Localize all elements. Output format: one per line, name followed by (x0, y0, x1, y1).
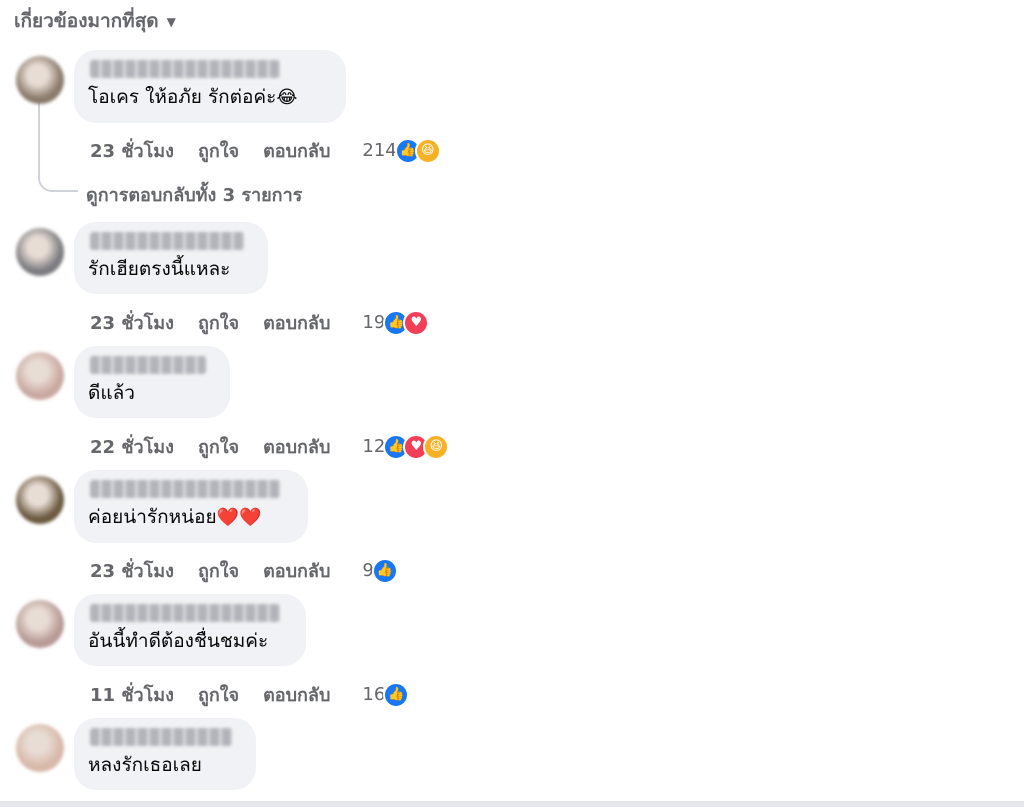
like-reaction-icon: 👍 (371, 557, 398, 584)
like-button[interactable]: ถูกใจ (198, 136, 239, 165)
comment-actions: 22 ชั่วโมง ถูกใจ ตอบกลับ 12 👍 ♥ 😆 (90, 432, 450, 461)
comment-actions: 11 ชั่วโมง ถูกใจ ตอบกลับ 16 👍 (90, 680, 410, 709)
like-button[interactable]: ถูกใจ (198, 680, 239, 709)
like-button[interactable]: ถูกใจ (198, 432, 239, 461)
comment-bubble: ประกายแก้ว แสงสุริยโอเคร ให้อภัย รักต่อค… (74, 50, 346, 123)
comment-actions: 23 ชั่วโมง ถูกใจ ตอบกลับ 9 👍 (90, 556, 398, 585)
like-button[interactable]: ถูกใจ (198, 308, 239, 337)
avatar[interactable] (16, 56, 64, 104)
reply-button[interactable]: ตอบกลับ (263, 432, 330, 461)
comment-bubble: ทราย อรวรรณดีหลงรักเธอเลย (74, 718, 256, 790)
comment-text: อันนี้ทำดีต้องชื่นชมค่ะ (88, 630, 269, 652)
comment-text: รักเฮียตรงนี้แหละ (88, 258, 231, 280)
comment-bubble: Wichitra Paensuwong ค่อยน่ารักหน่อย❤️❤️ (74, 470, 308, 543)
commenter-name[interactable]: Supharat Bhirom (90, 604, 280, 622)
reaction-count: 214 (362, 140, 397, 161)
reply-button[interactable]: ตอบกลับ (263, 556, 330, 585)
avatar[interactable] (16, 476, 64, 524)
sort-dropdown[interactable]: เกี่ยวข้องมากที่สุด ▼ (14, 6, 176, 36)
commenter-name[interactable]: Wichitra Paensuwong (90, 480, 280, 498)
commenter-name[interactable]: ประกายแก้ว แสงสุริย (90, 60, 280, 78)
love-reaction-icon: ♥ (403, 309, 430, 336)
avatar[interactable] (16, 228, 64, 276)
reply-button[interactable]: ตอบกลับ (263, 680, 330, 709)
avatar[interactable] (16, 600, 64, 648)
comment-bubble: Supharat Bhirom อันนี้ทำดีต้องชื่นชมค่ะ (74, 594, 306, 666)
reaction-summary[interactable]: 12 👍 ♥ 😆 (362, 433, 450, 460)
avatar[interactable] (16, 352, 64, 400)
comment-text: หลงรักเธอเลย (88, 754, 202, 776)
reaction-count: 16 (362, 684, 386, 705)
chevron-down-icon: ▼ (166, 15, 176, 29)
comment-text: ดีแล้ว (88, 382, 135, 404)
view-replies-link[interactable]: ดูการตอบกลับทั้ง 3 รายการ (86, 180, 302, 209)
reply-button[interactable]: ตอบกลับ (263, 136, 330, 165)
avatar[interactable] (16, 724, 64, 772)
reaction-count: 12 (362, 436, 386, 457)
like-reaction-icon: 👍 (383, 681, 410, 708)
reply-button[interactable]: ตอบกลับ (263, 308, 330, 337)
bottom-divider (0, 801, 1024, 807)
comment-text: ค่อยน่ารักหน่อย❤️❤️ (88, 506, 262, 528)
reaction-summary[interactable]: 9 👍 (362, 557, 398, 584)
sort-label: เกี่ยวข้องมากที่สุด (14, 10, 159, 32)
comment-timestamp[interactable]: 23 ชั่วโมง (90, 556, 174, 585)
comment-timestamp[interactable]: 11 ชั่วโมง (90, 680, 174, 709)
comment-timestamp[interactable]: 23 ชั่วโมง (90, 136, 174, 165)
like-button[interactable]: ถูกใจ (198, 556, 239, 585)
haha-reaction-icon: 😆 (423, 433, 450, 460)
commenter-name[interactable]: Su Kee (90, 232, 244, 250)
comment-timestamp[interactable]: 22 ชั่วโมง (90, 432, 174, 461)
comment-bubble: Su Kee รักเฮียตรงนี้แหละ (74, 222, 268, 294)
emoji: 😂 (276, 87, 298, 108)
commenter-name[interactable]: Kanyarat Kaew (90, 356, 206, 374)
comment-text: โอเคร ให้อภัย รักต่อค่ะ😂 (88, 86, 298, 108)
emoji: ❤️❤️ (216, 507, 262, 528)
reaction-count: 19 (362, 312, 386, 333)
comment-timestamp[interactable]: 23 ชั่วโมง (90, 308, 174, 337)
reaction-summary[interactable]: 19 👍 ♥ (362, 309, 430, 336)
reaction-summary[interactable]: 214 👍 😆 (362, 137, 441, 164)
comment-bubble: Kanyarat Kaew ดีแล้ว (74, 346, 230, 418)
commenter-name[interactable]: ทราย อรวรรณดี (90, 728, 232, 746)
reply-thread-line (38, 102, 78, 192)
reaction-summary[interactable]: 16 👍 (362, 681, 410, 708)
comment-actions: 23 ชั่วโมง ถูกใจ ตอบกลับ 19 👍 ♥ (90, 308, 430, 337)
comment-actions: 23 ชั่วโมง ถูกใจ ตอบกลับ 214 👍 😆 (90, 136, 441, 165)
haha-reaction-icon: 😆 (414, 137, 441, 164)
